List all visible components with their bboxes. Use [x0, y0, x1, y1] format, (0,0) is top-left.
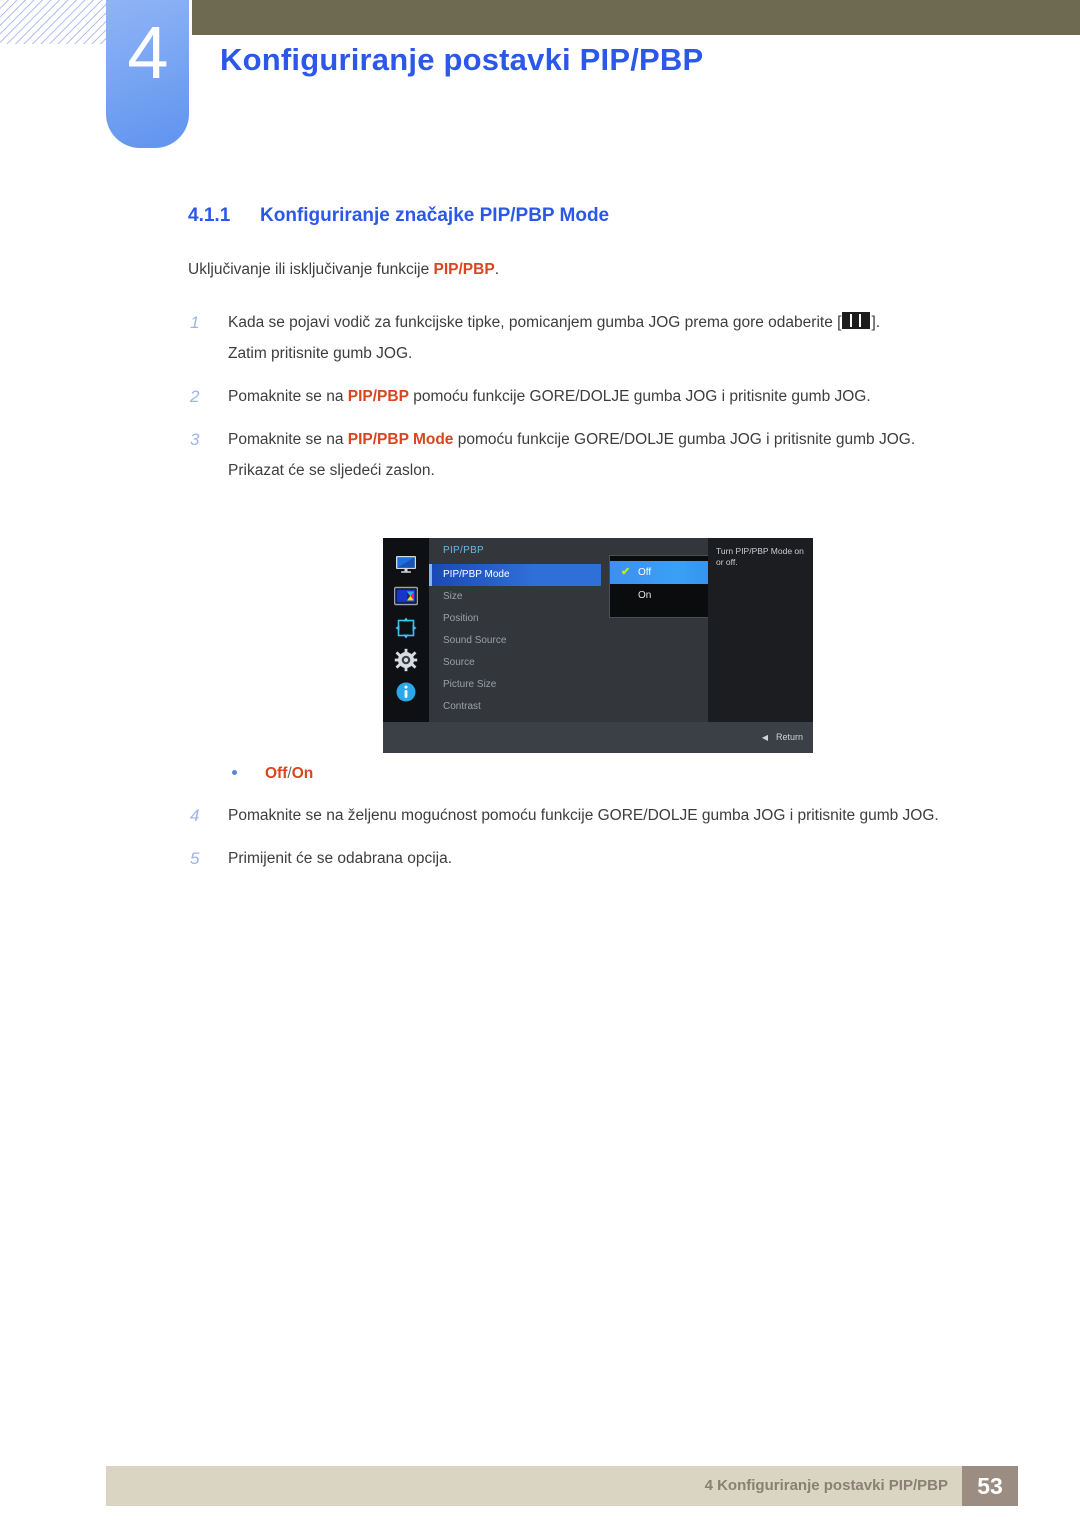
option-on: On	[291, 765, 314, 782]
osd-submenu-option-off-label: Off	[638, 567, 652, 578]
decorative-hatch-pattern	[0, 0, 118, 44]
pip-pbp-icon	[394, 584, 418, 608]
osd-menu-panel: PIP/PBP PIP/PBP Mode Size Position Sound…	[429, 538, 746, 722]
step-text: Primijenit će se odabrana opcija.	[228, 850, 453, 867]
step-item: 4 Pomaknite se na željenu mogućnost pomoć…	[188, 800, 1028, 831]
osd-menu-title: PIP/PBP	[443, 545, 485, 556]
step-marker: 4	[190, 806, 200, 825]
step-text-before: Pomaknite se na	[228, 431, 348, 448]
osd-screenshot: PIP/PBP PIP/PBP Mode Size Position Sound…	[383, 538, 813, 753]
osd-return-label: Return	[775, 732, 803, 742]
section-intro: Uključivanje ili isključivanje funkcije …	[188, 261, 1080, 279]
intro-text-after: .	[494, 261, 499, 278]
content-area: 4.1.1 Konfiguriranje značajke PIP/PBP Mo…	[0, 205, 1080, 486]
osd-icon-rail	[383, 538, 429, 722]
chapter-number: 4	[127, 11, 168, 94]
step-text: Pomaknite se na željenu mogućnost pomoću…	[228, 807, 939, 824]
step-marker: 3	[190, 430, 200, 449]
pip-pbp-glyph-icon	[842, 312, 871, 329]
checkmark-icon: ✔	[621, 566, 631, 578]
osd-description-text: Turn PIP/PBP Mode on or off.	[716, 546, 804, 567]
system-gear-icon	[394, 648, 418, 672]
step-highlight: PIP/PBP Mode	[347, 431, 454, 448]
step-text-before: Kada se pojavi vodič za funkcijske tipke…	[228, 314, 842, 331]
footer-chapter-label: 4 Konfiguriranje postavki PIP/PBP	[704, 1477, 948, 1494]
step-continuation: Prikazat će se sljedeći zaslon.	[228, 462, 435, 479]
osd-item-source[interactable]: Source	[429, 652, 708, 674]
page-number: 53	[962, 1466, 1018, 1506]
options-bullet-row: Off/On	[232, 765, 313, 783]
intro-highlight: PIP/PBP	[433, 261, 495, 278]
osd-submenu-option-on-label: On	[638, 590, 652, 601]
onscreen-display-position-icon	[394, 616, 418, 640]
header-olive-bar	[192, 0, 1080, 35]
step-marker: 2	[190, 387, 200, 406]
steps-list: 1 Kada se pojavi vodič za funkcijske tipk…	[0, 307, 1080, 486]
page-footer: 4 Konfiguriranje postavki PIP/PBP 53	[106, 1466, 1018, 1506]
step-item: 3 Pomaknite se na PIP/PBP Mode pomoću fun…	[188, 424, 1028, 486]
osd-item-sound-source[interactable]: Sound Source	[429, 630, 708, 652]
step-item: 1 Kada se pojavi vodič za funkcijske tipk…	[188, 307, 1028, 369]
osd-item-pip-pbp-mode[interactable]: PIP/PBP Mode	[429, 564, 601, 586]
osd-item-picture-size[interactable]: Picture Size	[429, 674, 708, 696]
monitor-picture-icon	[394, 552, 418, 576]
osd-item-contrast[interactable]: Contrast	[429, 696, 708, 718]
option-off: Off	[265, 765, 288, 782]
osd-footer-bar: ◀ Return	[383, 722, 813, 753]
step-highlight: PIP/PBP	[347, 388, 409, 405]
step-item: 5 Primijenit će se odabrana opcija.	[188, 843, 1028, 874]
step-text-after: ].	[871, 314, 881, 331]
intro-text-before: Uključivanje ili isključivanje funkcije	[188, 261, 434, 278]
page-title: Konfiguriranje postavki PIP/PBP	[220, 42, 704, 77]
step-text-after: pomoću funkcije GORE/DOLJE gumba JOG i p…	[408, 388, 871, 405]
left-arrow-icon: ◀	[761, 733, 768, 742]
osd-return-control[interactable]: ◀ Return	[762, 732, 803, 742]
section-title: Konfiguriranje značajke PIP/PBP Mode	[260, 205, 610, 226]
step-marker: 1	[190, 313, 200, 332]
step-item: 2 Pomaknite se na PIP/PBP pomoću funkcije…	[188, 381, 1028, 412]
information-icon	[394, 680, 418, 704]
step-text-after: pomoću funkcije GORE/DOLJE gumba JOG i p…	[453, 431, 916, 448]
osd-description-panel: Turn PIP/PBP Mode on or off.	[708, 538, 813, 722]
steps-continued: 4 Pomaknite se na željenu mogućnost pomoć…	[0, 800, 1080, 874]
section-number: 4.1.1	[188, 205, 231, 226]
section-heading: 4.1.1 Konfiguriranje značajke PIP/PBP Mo…	[188, 205, 1080, 227]
step-marker: 5	[190, 849, 200, 868]
step-continuation: Zatim pritisnite gumb JOG.	[228, 345, 413, 362]
step-text-before: Pomaknite se na	[228, 388, 348, 405]
bullet-dot-icon	[232, 770, 237, 775]
